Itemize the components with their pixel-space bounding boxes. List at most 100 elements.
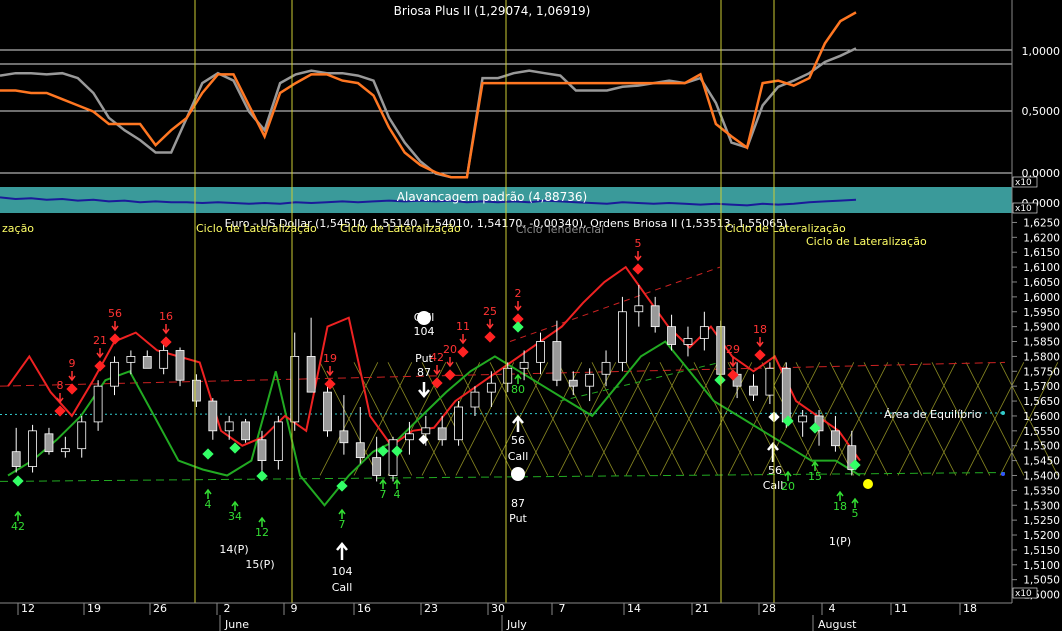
x-tick-label: 21 bbox=[695, 602, 709, 615]
y-tick-label: 1,5050 bbox=[1023, 575, 1060, 587]
area-label: Área de Equilíbrio bbox=[884, 408, 982, 421]
x-tick-label: 26 bbox=[153, 602, 167, 615]
white-signal-label: 104 bbox=[332, 565, 353, 578]
white-signal-label: 87 bbox=[511, 497, 525, 510]
red-signal-number: 19 bbox=[323, 352, 337, 365]
candle-body bbox=[634, 305, 644, 313]
cycle-label-2: Ciclo de Lateralização bbox=[340, 222, 461, 235]
green-signal-number: 5 bbox=[852, 507, 859, 520]
red-signal-number: 11 bbox=[456, 320, 470, 333]
candle-body bbox=[437, 427, 447, 441]
candle-body bbox=[552, 341, 562, 381]
cycle-label-left: zação bbox=[2, 222, 34, 235]
y-tick-label: 1,5300 bbox=[1023, 500, 1060, 512]
white-signal-label: 56 bbox=[511, 434, 525, 447]
price-y-ticks: 1,6250 1,6200 1,6150 1,6100 1,6050 1,6000 1,59… bbox=[1012, 217, 1060, 602]
white-signal-label: Put bbox=[509, 512, 527, 525]
candle-body bbox=[405, 433, 414, 441]
y-tick-label: 1,5700 bbox=[1023, 381, 1060, 393]
y-tick-label: 1,5850 bbox=[1023, 337, 1060, 349]
candle-body bbox=[355, 442, 365, 459]
y-tick-label: 1,5650 bbox=[1023, 396, 1060, 408]
y-tick-label: 1,5400 bbox=[1023, 470, 1060, 482]
x-tick-label: 30 bbox=[491, 602, 505, 615]
y-tick-label: 1,5200 bbox=[1023, 530, 1060, 542]
white-signal-label: 15(P) bbox=[245, 558, 274, 571]
candle-body bbox=[159, 350, 169, 369]
y-tick-label: 1,5350 bbox=[1023, 485, 1060, 497]
candle-body bbox=[60, 448, 70, 453]
candle-body bbox=[798, 415, 808, 423]
candle-body bbox=[568, 379, 578, 387]
candle-body bbox=[110, 361, 119, 387]
candle-body bbox=[208, 400, 218, 432]
x-tick-label: 7 bbox=[559, 602, 566, 615]
osc-scale-label: x10 bbox=[1015, 178, 1032, 188]
x-tick-label: 2 bbox=[224, 602, 231, 615]
candle-body bbox=[749, 385, 758, 396]
blue-dot bbox=[1001, 472, 1005, 476]
y-tick-label: 1,6250 bbox=[1023, 217, 1060, 229]
stop-icon bbox=[511, 467, 525, 481]
green-signal-number: 18 bbox=[833, 500, 847, 513]
candle-body bbox=[470, 391, 480, 408]
y-tick-label: 1,5550 bbox=[1023, 426, 1060, 438]
y-tick-label: 1,5450 bbox=[1023, 456, 1060, 468]
candle-body bbox=[339, 430, 349, 444]
cycle-label-4: Ciclo de Lateralização bbox=[806, 235, 927, 248]
green-signal-number: 12 bbox=[255, 526, 269, 539]
red-signal-number: 16 bbox=[159, 310, 173, 323]
candle-body bbox=[93, 385, 103, 423]
y-tick-label: 1,5950 bbox=[1023, 307, 1060, 319]
y-tick-label: 1,6200 bbox=[1023, 232, 1060, 244]
x-tick-label: 9 bbox=[291, 602, 298, 615]
y-tick-label: 1,6050 bbox=[1023, 277, 1060, 289]
candle-body bbox=[503, 367, 513, 384]
x-tick-label: 16 bbox=[357, 602, 371, 615]
candle-body bbox=[601, 361, 611, 375]
red-signal-number: 18 bbox=[753, 323, 767, 336]
green-signal-number: 15 bbox=[808, 470, 822, 483]
y-tick-label: 1,6100 bbox=[1023, 262, 1060, 274]
cycle-label-3: Ciclo de Lateralização bbox=[725, 222, 846, 235]
y-tick-label: 1,5250 bbox=[1023, 515, 1060, 527]
candle-body bbox=[650, 305, 660, 328]
white-signal-label: Call bbox=[332, 581, 353, 594]
candle-body bbox=[142, 356, 152, 369]
white-signal-label: Call bbox=[763, 479, 784, 492]
x-tick-label: 23 bbox=[424, 602, 438, 615]
month-august: August bbox=[818, 618, 857, 631]
osc-tick-2: 0,5000 bbox=[1022, 105, 1061, 118]
white-signal-label: 87 bbox=[417, 366, 431, 379]
red-signal-number: 2 bbox=[515, 287, 522, 300]
red-signal-number: 20 bbox=[443, 343, 457, 356]
candle-body bbox=[372, 457, 382, 476]
oscillator-title: Briosa Plus II (1,29074, 1,06919) bbox=[394, 4, 591, 18]
oscillator-panel: Briosa Plus II (1,29074, 1,06919) 1,0000… bbox=[0, 0, 1060, 188]
y-tick-label: 1,5100 bbox=[1023, 560, 1060, 572]
white-signal-label: Call bbox=[508, 450, 529, 463]
y-tick-label: 1,5500 bbox=[1023, 441, 1060, 453]
yellow-dot bbox=[863, 479, 873, 489]
candle-body bbox=[699, 326, 709, 339]
candle-body bbox=[44, 433, 54, 453]
cycle-label-1: Ciclo de Lateralização bbox=[196, 222, 317, 235]
x-tick-label: 12 bbox=[21, 602, 35, 615]
stop-icon bbox=[417, 311, 431, 325]
lev-scale-label: x10 bbox=[1015, 204, 1032, 214]
candle-body bbox=[683, 338, 693, 345]
x-tick-label: 4 bbox=[829, 602, 836, 615]
red-signal-number: 9 bbox=[69, 357, 76, 370]
green-signal-number: 4 bbox=[394, 488, 401, 501]
x-tick-label: 19 bbox=[87, 602, 101, 615]
candle-body bbox=[241, 421, 250, 441]
green-signal-number: 42 bbox=[11, 520, 25, 533]
price-scale-label: x10 bbox=[1015, 589, 1032, 599]
candle-body bbox=[126, 356, 136, 363]
green-signal-number: 4 bbox=[205, 498, 212, 511]
candle-body bbox=[273, 421, 283, 461]
candle-body bbox=[667, 326, 676, 345]
x-tick-label: 18 bbox=[963, 602, 977, 615]
green-signal-number: 34 bbox=[228, 510, 242, 523]
y-tick-label: 1,5800 bbox=[1023, 351, 1060, 363]
